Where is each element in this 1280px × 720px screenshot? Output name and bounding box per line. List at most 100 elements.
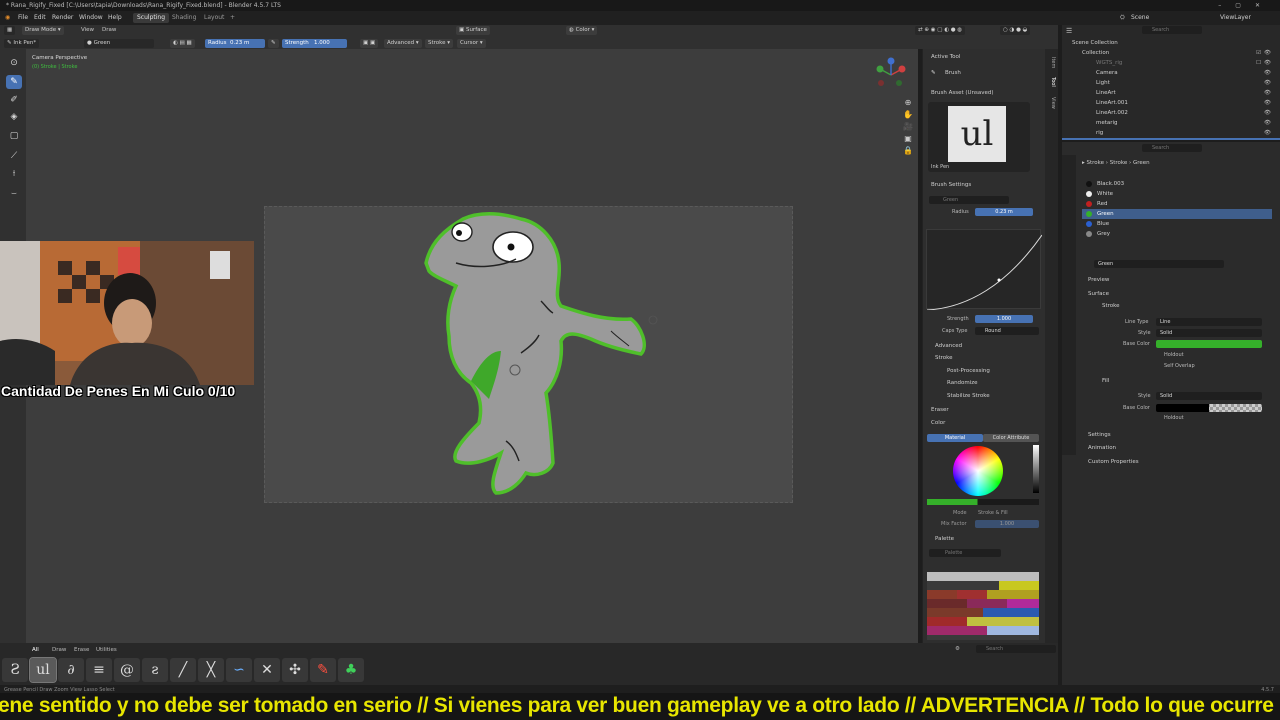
advanced-panel[interactable]: Advanced (935, 343, 962, 349)
shelf-search-input[interactable]: Search (976, 645, 1056, 653)
radius-field[interactable]: Radius 0.23 m (205, 39, 265, 48)
palette-panel[interactable]: Palette (935, 536, 954, 542)
outliner-item[interactable]: LineArt.002 (1096, 108, 1128, 118)
mode-value[interactable]: Stroke & Fill (978, 510, 1008, 516)
menu-edit[interactable]: Edit (34, 14, 46, 21)
advanced-dropdown[interactable]: Advanced ▾ (384, 39, 422, 48)
mix-factor-field[interactable]: 1.000 (975, 520, 1039, 528)
outliner-editor-icon[interactable]: ☰ (1066, 27, 1072, 35)
visibility-icon[interactable]: 👁 (1264, 68, 1274, 78)
post-processing-panel[interactable]: Post-Processing (947, 368, 990, 374)
brush-item-ink-pen[interactable]: ul (29, 657, 57, 683)
brush-item[interactable]: ╳ (198, 658, 224, 682)
strength-pressure-icon[interactable]: ▣ ▣ (360, 39, 379, 48)
menu-render[interactable]: Render (52, 14, 73, 21)
tab-view[interactable]: View (1047, 97, 1056, 109)
draw-tool-icon[interactable]: ✎ (6, 75, 22, 89)
radius-pressure-icon[interactable]: ✎ (268, 39, 279, 48)
brush-item[interactable]: ✕ (254, 658, 280, 682)
palette-field[interactable]: Palette (929, 549, 1001, 557)
material-slot[interactable]: Red (1082, 199, 1272, 209)
editor-type-icon[interactable]: ▦ (4, 26, 16, 35)
outliner-item[interactable]: Camera (1096, 68, 1118, 78)
outliner-item[interactable]: LineArt (1096, 88, 1116, 98)
color-wheel[interactable] (953, 446, 1003, 496)
eraser-panel[interactable]: Eraser (931, 407, 949, 413)
breadcrumb-object[interactable]: Stroke (1087, 160, 1105, 166)
material-slot[interactable]: Blue (1082, 219, 1272, 229)
fill-panel[interactable]: Fill (1102, 378, 1109, 384)
outliner-item[interactable]: metarig (1096, 118, 1118, 128)
select-tool-icon[interactable]: ⊙ (6, 56, 22, 70)
line-type-dropdown[interactable]: Line (1156, 318, 1262, 326)
material-tab[interactable]: Material (927, 434, 983, 442)
workspace-tab-layout[interactable]: Layout (200, 13, 228, 23)
brush-item[interactable]: @ (114, 658, 140, 682)
window-controls[interactable]: –▢✕ (1218, 0, 1274, 11)
visibility-icon[interactable]: ☑👁 (1256, 48, 1274, 58)
visibility-icon[interactable]: 👁 (1264, 118, 1274, 128)
outliner-scene-collection[interactable]: Scene Collection (1072, 38, 1118, 48)
breadcrumb-material[interactable]: Green (1133, 160, 1150, 166)
brush-item[interactable]: Ƨ (2, 658, 28, 682)
material-name-field[interactable]: Green (1094, 260, 1224, 268)
visibility-icon[interactable]: 👁 (1264, 128, 1274, 138)
visibility-icon[interactable]: 👁 (1264, 88, 1274, 98)
value-slider[interactable] (1033, 445, 1039, 493)
properties-search-input[interactable]: Search (1142, 144, 1202, 152)
erase-tool-icon[interactable]: ◈ (6, 110, 22, 124)
add-workspace-button[interactable]: + (226, 13, 239, 23)
stroke-checkbox[interactable]: Stroke (1102, 303, 1120, 309)
render-mode-icons[interactable]: ○ ◑ ● ◒ (1000, 26, 1031, 35)
material-slot-selected[interactable]: Green (1082, 209, 1272, 219)
base-color-swatch[interactable] (1156, 340, 1262, 348)
viewport-nav-icons[interactable]: ⊕ ✋ 🎥 ▣ 🔒 (902, 97, 914, 157)
outliner-collection[interactable]: Collection (1082, 48, 1109, 58)
mode-selector[interactable]: Draw Mode ▾ (22, 26, 64, 35)
brush-item[interactable]: ∂ (58, 658, 84, 682)
brush-item[interactable]: ╱ (170, 658, 196, 682)
brush-item[interactable]: ≡ (86, 658, 112, 682)
visibility-icon[interactable]: 👁 (1264, 78, 1274, 88)
line-tool-icon[interactable]: ⟊ (6, 167, 22, 181)
fill-style-dropdown[interactable]: Solid (1156, 392, 1262, 400)
strength-field[interactable]: Strength 1.000 (282, 39, 347, 48)
brush-item[interactable]: ✣ (282, 658, 308, 682)
shelf-tab-erase[interactable]: Erase (74, 647, 89, 653)
tab-item[interactable]: Item (1047, 57, 1056, 68)
brush-item[interactable]: ∽ (226, 658, 252, 682)
animation-panel[interactable]: Animation (1088, 445, 1116, 451)
brush-item[interactable]: ✎ (310, 658, 336, 682)
brush-settings-header[interactable]: Brush Settings (931, 182, 971, 188)
brush-item[interactable]: ♣ (338, 658, 364, 682)
view-layer-selector[interactable]: ViewLayer (1220, 14, 1251, 21)
shelf-tab-utilities[interactable]: Utilities (96, 647, 117, 653)
outliner-item[interactable]: WGTS_rig (1096, 58, 1122, 68)
menu-window[interactable]: Window (79, 14, 103, 21)
navigation-gizmo[interactable] (872, 57, 910, 93)
palette-grid[interactable] (927, 572, 1039, 640)
active-tool-header[interactable]: Active Tool (931, 54, 960, 60)
stroke-dropdown[interactable]: Stroke ▾ (425, 39, 454, 48)
radius-value-field[interactable]: 0.23 m (975, 208, 1033, 216)
menu-file[interactable]: File (18, 14, 28, 21)
brush-material-field[interactable]: Green (929, 196, 1009, 204)
strength-value-field[interactable]: 1.000 (975, 315, 1033, 323)
material-selector[interactable]: ● Green (84, 39, 154, 48)
outliner-item[interactable]: rig (1096, 128, 1103, 138)
surface-panel[interactable]: Surface (1088, 291, 1109, 297)
workspace-tab-sculpting[interactable]: Sculpting (133, 13, 170, 23)
outliner-search-input[interactable]: Search (1142, 26, 1202, 34)
material-slot[interactable]: White (1082, 189, 1272, 199)
caps-type-dropdown[interactable]: Round (975, 327, 1039, 335)
brush-selector[interactable]: ✎ Ink Pen* (4, 39, 40, 48)
falloff-curve-editor[interactable] (926, 229, 1043, 311)
menu-view[interactable]: View (81, 27, 94, 33)
curve-tool-icon[interactable]: ⌣ (6, 187, 22, 201)
outliner-item[interactable]: Light (1096, 78, 1110, 88)
fill-holdout-checkbox[interactable]: Holdout (1164, 415, 1184, 421)
self-overlap-checkbox[interactable]: Self Overlap (1164, 363, 1195, 369)
fill-tool-icon[interactable]: ✐ (6, 93, 22, 107)
visibility-icon[interactable]: ☐👁 (1256, 58, 1274, 68)
properties-tab-icons[interactable] (1062, 155, 1076, 455)
